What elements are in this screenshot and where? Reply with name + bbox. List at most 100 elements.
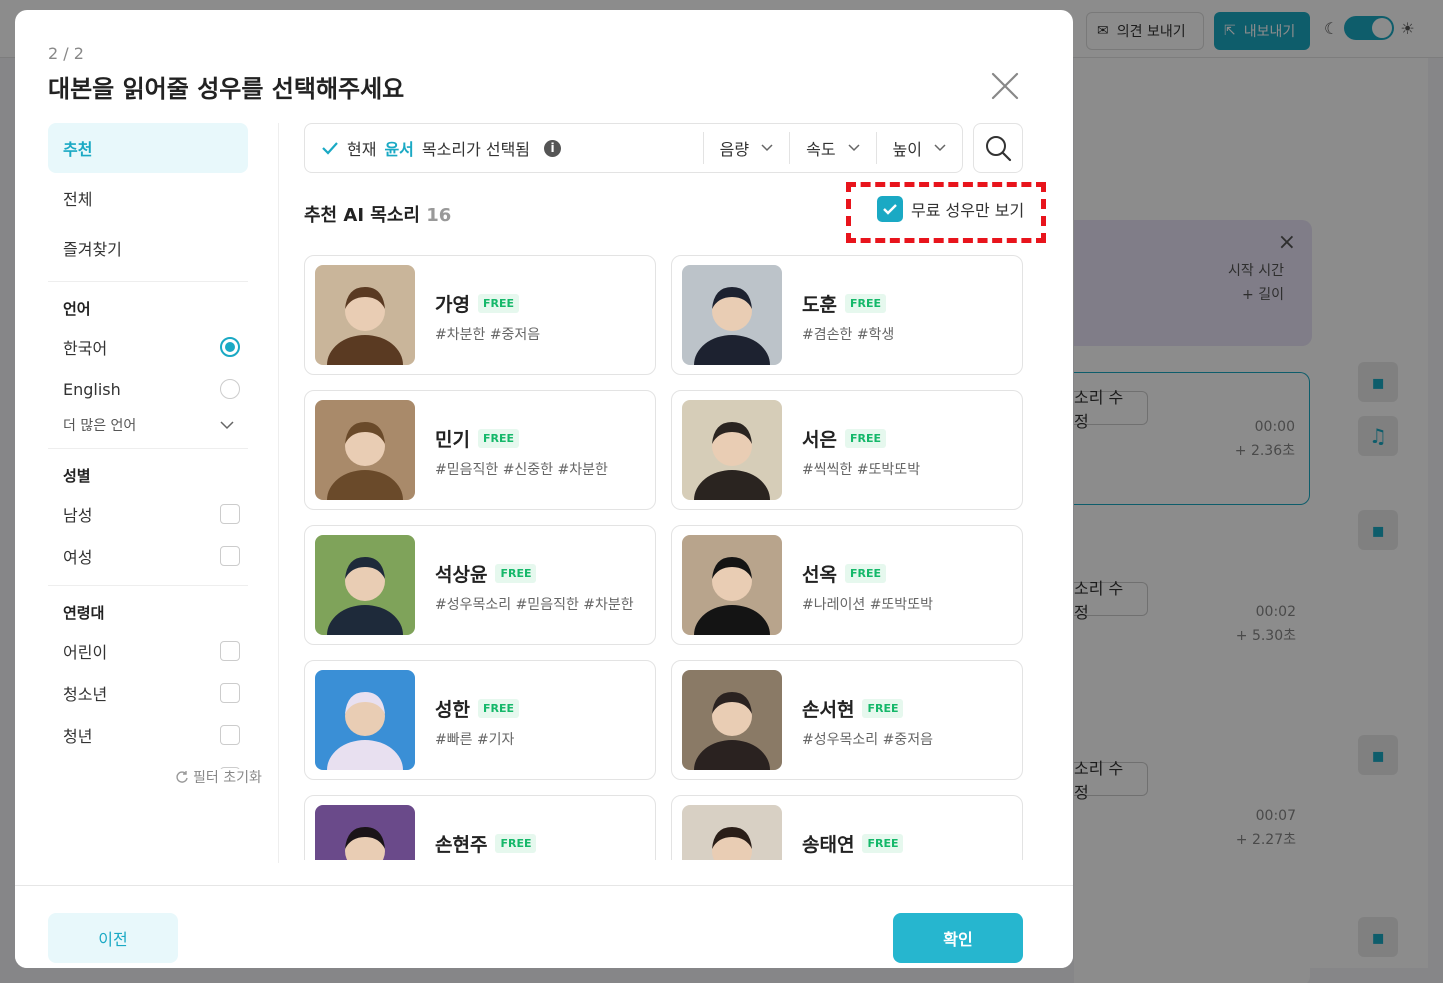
- voice-avatar: [682, 265, 782, 365]
- voice-avatar: [682, 805, 782, 860]
- voice-avatar: [315, 805, 415, 860]
- previous-button[interactable]: 이전: [48, 913, 178, 963]
- chevron-down-icon: [848, 144, 860, 152]
- highlight-annotation: [846, 182, 1046, 243]
- voice-name: 석상윤: [435, 564, 488, 586]
- voice-tags: #성우목소리 #믿음직한 #차분한: [435, 597, 634, 613]
- tab-favorites[interactable]: 즐겨찾기: [48, 223, 248, 273]
- refresh-icon: [176, 771, 188, 783]
- free-badge: FREE: [477, 429, 519, 448]
- section-title: 추천 AI 목소리 16: [304, 205, 452, 226]
- radio-selected[interactable]: [220, 337, 240, 357]
- info-icon[interactable]: i: [544, 139, 562, 157]
- gender-title: 성별: [63, 466, 91, 485]
- voice-count: 16: [426, 205, 452, 226]
- filter-sidebar: 추천 전체 즐겨찾기 언어 한국어 English 더 많은 언어 성별 남성 …: [48, 123, 248, 769]
- voice-tags: #겸손한 #학생: [802, 327, 895, 343]
- voice-avatar: [682, 535, 782, 635]
- check-icon: [322, 142, 338, 155]
- voice-grid: 가영 FREE #차분한 #중저음 도훈 FREE #겸손한 #학생민기 FREE #믿음직한…: [304, 245, 1034, 860]
- voice-avatar: [315, 670, 415, 770]
- close-icon: [991, 72, 1019, 100]
- voice-card[interactable]: 민기 FREE #믿음직한 #신중한 #차분한: [304, 390, 656, 510]
- chevron-down-icon: [220, 421, 234, 430]
- voice-tags: #나레이션 #또박또박: [802, 597, 933, 613]
- voice-name: 가영: [435, 294, 470, 316]
- voice-tags: #차분한 #중저음: [435, 327, 541, 343]
- voice-card[interactable]: 성한 FREE #빠른 #기자: [304, 660, 656, 780]
- volume-dropdown[interactable]: 음량: [702, 132, 789, 164]
- chevron-down-icon: [934, 144, 946, 152]
- chevron-down-icon: [761, 144, 773, 152]
- voice-card[interactable]: 석상윤 FREE #성우목소리 #믿음직한 #차분한: [304, 525, 656, 645]
- free-badge: FREE: [862, 834, 904, 853]
- radio[interactable]: [220, 379, 240, 399]
- voice-card[interactable]: 서은 FREE #씩씩한 #또박또박: [671, 390, 1023, 510]
- voice-card[interactable]: 손현주FREE#성우목소리 #또박또박: [304, 795, 656, 860]
- free-badge: FREE: [477, 699, 519, 718]
- checkbox[interactable]: [220, 641, 240, 661]
- free-badge: FREE: [844, 294, 886, 313]
- free-badge: FREE: [495, 834, 537, 853]
- voice-name: 선옥: [802, 564, 837, 586]
- modal-title: 대본을 읽어줄 성우를 선택해주세요: [48, 75, 405, 103]
- voice-avatar: [682, 670, 782, 770]
- step-indicator: 2 / 2: [48, 44, 84, 63]
- current-voice-status: 현재 윤서 목소리가 선택됨 i: [305, 136, 703, 160]
- voice-name: 도훈: [802, 294, 837, 316]
- voice-card[interactable]: 손서현 FREE #성우목소리 #중저음: [671, 660, 1023, 780]
- voice-name: 송태연: [802, 834, 855, 856]
- pitch-dropdown[interactable]: 높이: [875, 132, 962, 164]
- voice-avatar: [315, 535, 415, 635]
- free-badge: FREE: [844, 564, 886, 583]
- free-badge: FREE: [862, 699, 904, 718]
- free-badge: FREE: [844, 429, 886, 448]
- voice-tags: #성우목소리 #중저음: [802, 732, 933, 748]
- close-button[interactable]: [989, 70, 1021, 102]
- language-english[interactable]: English: [48, 368, 248, 410]
- gender-female[interactable]: 여성: [48, 535, 248, 577]
- gender-male[interactable]: 남성: [48, 493, 248, 535]
- checkbox[interactable]: [220, 546, 240, 566]
- tab-all[interactable]: 전체: [48, 173, 248, 223]
- confirm-button[interactable]: 확인: [893, 913, 1023, 963]
- checkbox[interactable]: [220, 683, 240, 703]
- voice-avatar: [682, 400, 782, 500]
- age-teen[interactable]: 청소년: [48, 672, 248, 714]
- voice-select-modal: 2 / 2 대본을 읽어줄 성우를 선택해주세요 추천 전체 즐겨찾기 언어 한…: [15, 10, 1073, 968]
- free-badge: FREE: [495, 564, 537, 583]
- voice-card[interactable]: 송태연FREE#성우목소리 #높음: [671, 795, 1023, 860]
- current-voice-name: 윤서: [384, 140, 414, 159]
- more-languages-dropdown[interactable]: 더 많은 언어: [48, 410, 248, 440]
- voice-avatar: [315, 265, 415, 365]
- age-young-adult[interactable]: 청년: [48, 714, 248, 756]
- checkbox[interactable]: [220, 504, 240, 524]
- search-icon: [986, 136, 1012, 162]
- voice-card[interactable]: 도훈 FREE #겸손한 #학생: [671, 255, 1023, 375]
- divider: [48, 448, 248, 449]
- voice-avatar: [315, 400, 415, 500]
- tab-recommended[interactable]: 추천: [48, 123, 248, 173]
- age-child[interactable]: 어린이: [48, 630, 248, 672]
- divider: [48, 281, 248, 282]
- age-title: 연령대: [63, 603, 105, 622]
- voice-tags: #믿음직한 #신중한 #차분한: [435, 462, 608, 478]
- language-korean[interactable]: 한국어: [48, 326, 248, 368]
- voice-name: 손현주: [435, 834, 488, 856]
- speed-dropdown[interactable]: 속도: [789, 132, 875, 164]
- modal-footer: 이전 확인: [15, 885, 1073, 968]
- voice-card[interactable]: 가영 FREE #차분한 #중저음: [304, 255, 656, 375]
- checkbox[interactable]: [220, 725, 240, 745]
- voice-name: 성한: [435, 699, 470, 721]
- voice-name: 서은: [802, 429, 837, 451]
- voice-card[interactable]: 선옥 FREE #나레이션 #또박또박: [671, 525, 1023, 645]
- reset-filter-button[interactable]: 필터 초기화: [175, 767, 262, 787]
- free-badge: FREE: [477, 294, 519, 313]
- voice-tags: #씩씩한 #또박또박: [802, 462, 921, 478]
- voice-name: 민기: [435, 429, 470, 451]
- voice-filter-bar: 현재 윤서 목소리가 선택됨 i 음량 속도 높이: [304, 123, 963, 173]
- language-title: 언어: [63, 299, 91, 318]
- voice-tags: #빠른 #기자: [435, 732, 515, 748]
- search-button[interactable]: [973, 123, 1023, 173]
- divider: [278, 123, 279, 863]
